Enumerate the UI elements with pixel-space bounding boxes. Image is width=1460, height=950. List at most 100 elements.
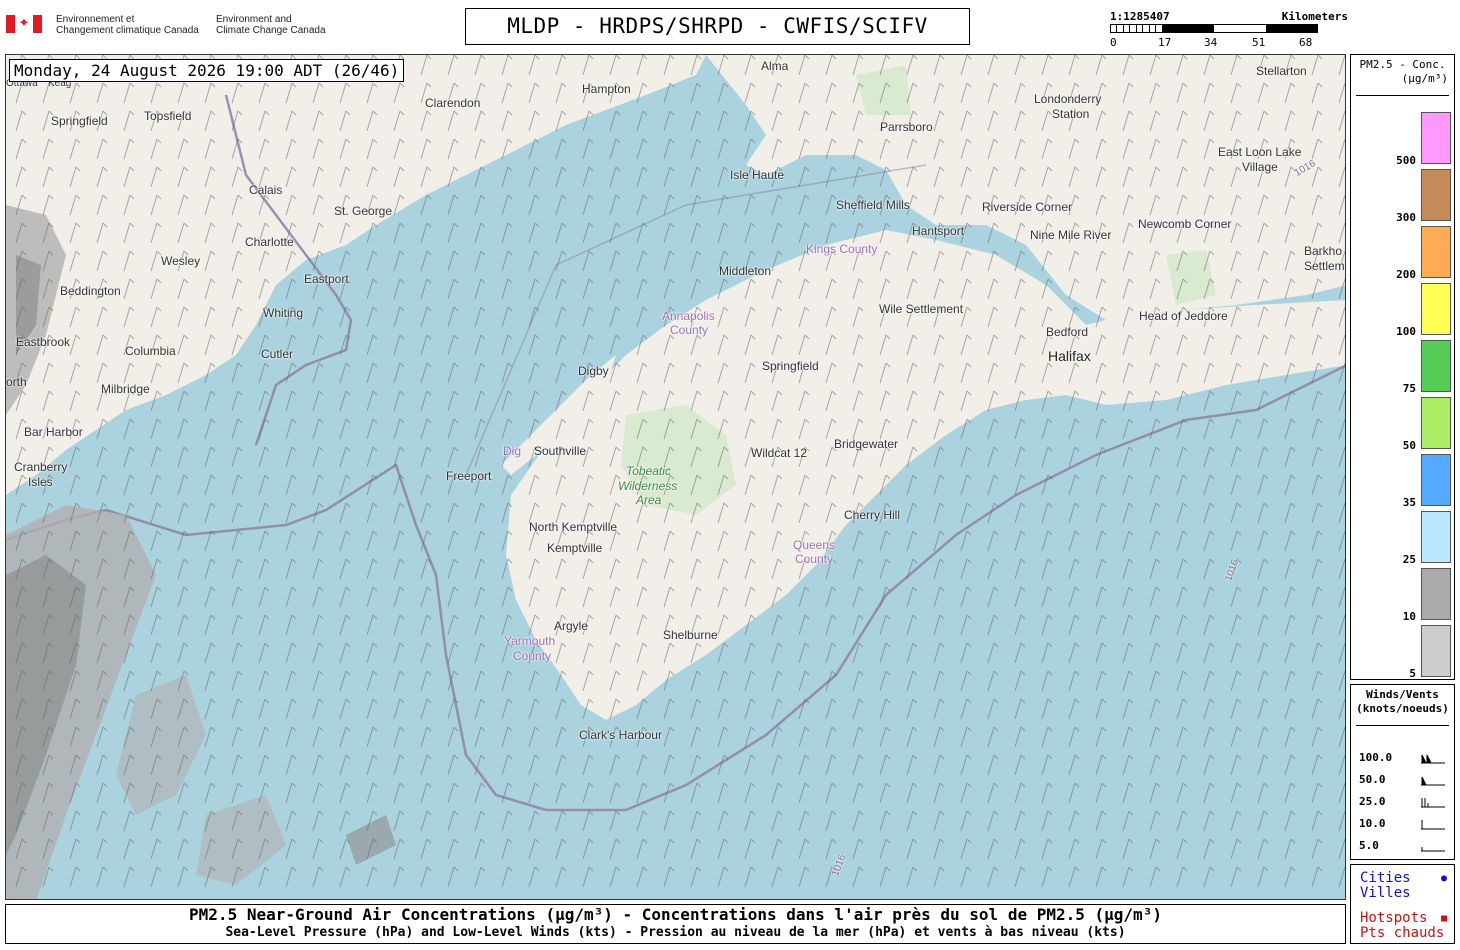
scale-bar-graphic: [1110, 24, 1318, 33]
county-label: Annapolis: [662, 309, 715, 323]
pm25-color-swatch: [1421, 454, 1451, 506]
hotspot-square-icon: ■: [1440, 913, 1447, 924]
map-view[interactable]: 1016 1016 1016 Alma Stellarton Hampton C…: [5, 54, 1346, 900]
pm25-color-swatch: [1421, 568, 1451, 620]
county-label: County: [795, 552, 834, 566]
park-label: Wilderness: [618, 479, 678, 493]
place-label: Head of Jeddore: [1139, 309, 1228, 323]
wind-legend-row: 25.0: [1359, 795, 1451, 809]
pm25-bin-label: 35: [1402, 496, 1416, 509]
place-label: Middleton: [719, 264, 772, 278]
place-label: Hampton: [582, 82, 631, 96]
place-label: Southville: [534, 444, 587, 458]
wind-legend-row: 100.0: [1359, 751, 1451, 765]
pm25-bin-label: 5: [1409, 667, 1416, 680]
place-label: Springfield: [762, 359, 819, 373]
wind-speed-label: 5.0: [1359, 839, 1379, 852]
pm25-color-swatch: [1421, 169, 1451, 221]
scale-unit: Kilometers: [1281, 10, 1348, 23]
department-name-en: Environment and Climate Change Canada: [216, 14, 326, 36]
place-label: Argyle: [554, 619, 589, 633]
pm25-legend-unit: (µg/m³): [1401, 72, 1448, 85]
wind-legend-row: 10.0: [1359, 817, 1451, 831]
wind-legend-row: 5.0: [1359, 839, 1451, 853]
wind-legend: Winds/Vents (knots/noeuds) 100.0 50.0 25.0…: [1350, 684, 1455, 860]
place-label: Barkho: [1304, 244, 1343, 258]
wind-speed-label: 10.0: [1359, 817, 1386, 830]
place-label: Wildcat 12: [751, 446, 808, 460]
scale-tick: 17: [1158, 36, 1172, 49]
pm25-color-swatch: [1421, 340, 1451, 392]
wind-barb-icon: [1421, 776, 1445, 786]
place-label: Milbridge: [101, 382, 150, 396]
place-label: Stellarton: [1256, 64, 1307, 78]
pm25-legend: PM2.5 - Conc. (µg/m³) 500 300 200 100 75 50 35…: [1350, 54, 1455, 680]
park-label: Area: [636, 493, 662, 507]
wind-legend-title: Winds/Vents: [1366, 688, 1439, 701]
pm25-bin-label: 200: [1396, 268, 1416, 281]
pm25-bin-label: 10: [1402, 610, 1416, 623]
county-label: Queens: [793, 538, 836, 552]
scale-ratio: 1:1285407: [1110, 10, 1170, 23]
county-label: Yarmouth: [504, 634, 556, 648]
scale-tick: 34: [1204, 36, 1218, 49]
pm25-color-swatch: [1421, 625, 1451, 677]
pm25-color-swatch: [1421, 511, 1451, 563]
place-label: Isle Haute: [730, 168, 785, 182]
place-label: Hantsport: [912, 224, 965, 238]
place-label: North Kemptville: [529, 520, 618, 534]
place-label: Shelburne: [663, 628, 718, 642]
place-label: Station: [1052, 107, 1090, 121]
villes-label: Villes: [1360, 885, 1411, 901]
place-label: Bedford: [1046, 325, 1089, 339]
place-label: Digby: [578, 364, 609, 378]
scale-tick: 51: [1252, 36, 1266, 49]
scale-tick: 68: [1299, 36, 1313, 49]
pm25-color-swatch: [1421, 226, 1451, 278]
cities-label: Cities: [1360, 870, 1411, 886]
place-label: Settlem: [1304, 259, 1345, 273]
pm25-bin-label: 50: [1402, 439, 1416, 452]
place-label: Calais: [249, 183, 283, 197]
place-label: Freeport: [446, 469, 492, 483]
place-label: Wesley: [161, 254, 201, 268]
map-caption: PM2.5 Near-Ground Air Concentrations (µg…: [5, 904, 1346, 944]
wind-barb-icon: [1421, 798, 1445, 808]
page-title: MLDP - HRDPS/SHRPD - CWFIS/SCIFV: [465, 8, 970, 45]
place-label: Londonderry: [1034, 92, 1102, 106]
wind-speed-label: 25.0: [1359, 795, 1386, 808]
hotspots-label: Hotspots: [1360, 910, 1428, 926]
place-label: Clark's Harbour: [579, 728, 662, 742]
pm25-legend-title: PM2.5 - Conc.: [1359, 58, 1446, 71]
place-label: orth: [6, 375, 27, 389]
pm25-bin-label: 300: [1396, 211, 1416, 224]
wind-legend-unit: (knots/noeuds): [1356, 702, 1449, 715]
place-label: Parrsboro: [880, 120, 933, 134]
map-canvas: [6, 55, 1345, 899]
pm25-bin-label: 500: [1396, 154, 1416, 167]
county-label: County: [513, 649, 552, 663]
place-label: East Loon Lake: [1218, 145, 1302, 159]
forecast-timestamp: Monday, 24 August 2026 19:00 ADT (26/46): [9, 59, 405, 82]
place-label: Halifax: [1048, 348, 1091, 364]
place-label: Clarendon: [425, 96, 481, 110]
caption-line-2: Sea-Level Pressure (hPa) and Low-Level W…: [225, 925, 1126, 940]
pm25-color-swatch: [1421, 397, 1451, 449]
place-label: Eastbrook: [16, 335, 71, 349]
place-label: Sheffield Mills: [836, 198, 910, 212]
place-label: Cranberry: [14, 460, 68, 474]
place-label: Bar Harbor: [24, 425, 83, 439]
pm25-bin-label: 75: [1402, 382, 1416, 395]
pm25-color-swatch: [1421, 283, 1451, 335]
place-label: Village: [1242, 160, 1278, 174]
place-label: Eastport: [304, 272, 349, 286]
place-label: Newcomb Corner: [1138, 217, 1232, 231]
county-label: Dig: [503, 444, 522, 458]
place-label: Alma: [761, 59, 789, 73]
place-label: Wile Settlement: [879, 302, 964, 316]
cities-hotspots-legend: Cities Villes ● Hotspots Pts chauds ■: [1350, 864, 1455, 944]
place-label: Cutler: [261, 347, 294, 361]
pts-chauds-label: Pts chauds: [1360, 925, 1445, 941]
place-label: Beddington: [60, 284, 121, 298]
map-scale-bar: 1:1285407 Kilometers 0 17 34 51 68: [1110, 10, 1348, 50]
